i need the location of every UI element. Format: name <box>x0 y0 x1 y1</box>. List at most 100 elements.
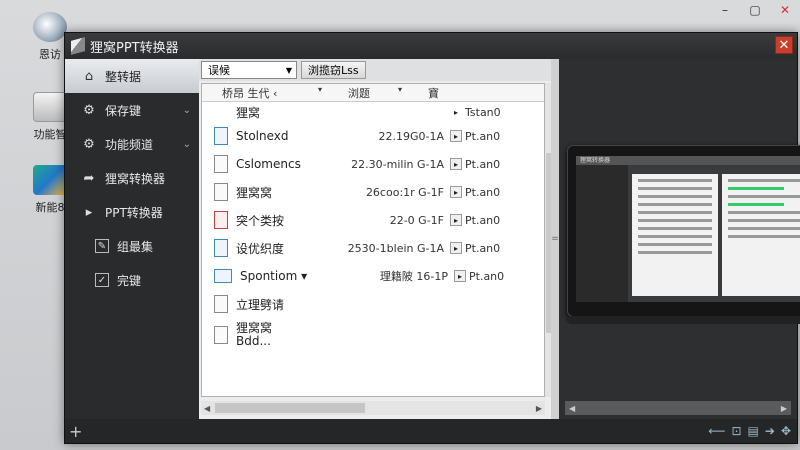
browse-button[interactable]: 浏揽窃Lss <box>301 61 366 79</box>
file-row[interactable]: Spontiom ▾ 理籍陂 16-1P ▸ Pt.an0 <box>202 262 544 290</box>
column-header-status[interactable]: 寶 <box>408 85 478 101</box>
preview-laptop-image: 狸窝转换器 <box>566 145 800 324</box>
sidebar-item-ppt[interactable]: ▸ PPT转换器 <box>65 195 199 229</box>
sidebar: ⌂ 整转据 ⚙ 保存键 ⌄ ⚙ 功能频道 ⌄ ➦ 狸窝转换器 ▸ PPT转换器 … <box>65 59 199 419</box>
checkbox-icon: ✓ <box>95 273 109 287</box>
preview-sidebar <box>576 165 628 302</box>
triangle-down-icon: ▼ <box>285 65 292 75</box>
checkbox[interactable]: ▸ <box>450 214 462 226</box>
file-row[interactable]: 狸窝窝 26coo:1r G-1F ▸ Pt.an0 <box>202 178 544 206</box>
file-size: 22.30-milin G-1A <box>351 157 444 171</box>
file-status: Pt.an0 <box>465 185 501 199</box>
list-icon[interactable]: ▤ <box>748 424 759 438</box>
scrollbar-thumb[interactable] <box>215 403 365 413</box>
document-icon <box>214 239 228 257</box>
file-row[interactable]: 狸窝窝 Bdd... <box>202 318 544 352</box>
file-list: 桥昂 生代 ‹ ▾ 浏题 ▾ 寶 狸窝 ▸ Tstan0 Stolnexd 22.1… <box>201 83 545 397</box>
checkbox[interactable]: ▸ <box>450 106 462 118</box>
desktop-icon-label: 功能智 <box>33 128 67 141</box>
sidebar-item-save[interactable]: ⚙ 保存键 ⌄ <box>65 93 199 127</box>
file-name: 突个类按 <box>236 213 285 228</box>
share-icon: ➦ <box>83 170 95 186</box>
sidebar-item-label: 功能频道 <box>105 137 154 152</box>
file-size: 22-0 G-1F <box>389 213 444 227</box>
file-row[interactable]: Stolnexd 22.19G0-1A ▸ Pt.an0 <box>202 122 544 150</box>
add-button[interactable]: + <box>69 422 82 441</box>
file-name: 立理劈请 <box>236 297 285 312</box>
file-row[interactable]: 狸窝 ▸ Tstan0 <box>202 102 544 122</box>
checkbox[interactable]: ▸ <box>450 158 462 170</box>
sidebar-item-label: 完键 <box>117 273 142 288</box>
file-name: Stolnexd <box>236 129 289 143</box>
maximize-icon[interactable]: ▢ <box>740 0 770 20</box>
preview-screen-title: 狸窝转换器 <box>576 156 800 165</box>
sidebar-item-label: 整转据 <box>105 69 142 84</box>
sort-arrow-icon: ▾ <box>397 84 402 94</box>
horizontal-scrollbar[interactable]: ◀ ▶ <box>201 401 545 415</box>
sidebar-item-home[interactable]: ⌂ 整转据 <box>65 59 199 93</box>
sidebar-item-collection[interactable]: ✎ 组最集 <box>65 229 199 263</box>
desktop-icon-label: 恩访 <box>39 48 61 61</box>
sidebar-item-label: PPT转换器 <box>105 205 163 220</box>
preview-panel: = 狸窝转换器 ◀ ▶ <box>551 59 800 419</box>
checkbox[interactable]: ▸ <box>454 270 466 282</box>
file-status: Pt.an0 <box>465 213 501 227</box>
scroll-left-icon[interactable]: ◀ <box>204 404 210 413</box>
document-icon <box>214 326 228 344</box>
path-select-value: 误候 <box>208 64 230 77</box>
play-icon: ▸ <box>85 204 93 220</box>
close-icon[interactable]: ✕ <box>770 0 800 20</box>
file-status: Pt.an0 <box>465 129 501 143</box>
sort-arrow-icon: ▾ <box>317 84 322 94</box>
window-title: 狸窝PPT转换器 <box>90 40 179 56</box>
sidebar-item-done[interactable]: ✓ 完键 <box>65 263 199 297</box>
scroll-left-icon[interactable]: ◀ <box>569 404 575 413</box>
document-icon <box>214 127 228 145</box>
file-row[interactable]: 设优织度 2530-1blein G-1A ▸ Pt.an0 <box>202 234 544 262</box>
file-name: 设优织度 <box>236 241 285 256</box>
column-header-size[interactable]: 浏题 ▾ <box>328 85 408 101</box>
scroll-right-icon[interactable]: ▶ <box>781 404 787 413</box>
file-row[interactable]: 立理劈请 <box>202 290 544 318</box>
file-size: 理籍陂 16-1P <box>379 270 448 283</box>
sidebar-item-converter[interactable]: ➦ 狸窝转换器 <box>65 161 199 195</box>
sidebar-item-features[interactable]: ⚙ 功能频道 ⌄ <box>65 127 199 161</box>
toolbar: 误候 ▼ 浏揽窃Lss <box>199 59 555 81</box>
document-icon <box>33 92 67 122</box>
file-name: 狸窝窝 Bdd... <box>236 321 273 348</box>
sidebar-item-label: 保存键 <box>105 103 142 118</box>
app-logo-icon <box>71 37 85 55</box>
gear-icon: ⚙ <box>83 136 95 152</box>
column-header-name[interactable]: 桥昂 生代 ‹ ▾ <box>202 85 328 101</box>
desktop-icon-label: 新能8 <box>35 201 65 214</box>
image-icon <box>214 269 232 283</box>
panel-splitter[interactable]: = <box>551 59 559 419</box>
file-status: Pt.an0 <box>469 269 505 283</box>
home-icon: ⌂ <box>84 68 94 84</box>
back-icon[interactable]: ⟵ <box>708 424 725 438</box>
title-bar: 狸窝PPT转换器 ✕ <box>65 33 797 59</box>
gear-icon: ⚙ <box>83 102 95 118</box>
path-select[interactable]: 误候 ▼ <box>201 61 297 79</box>
edit-icon: ✎ <box>95 239 109 253</box>
checkbox[interactable]: ▸ <box>450 242 462 254</box>
app-icon <box>33 165 67 195</box>
forward-icon[interactable]: ➔ <box>765 424 775 438</box>
file-row[interactable]: Cslomencs 22.30-milin G-1A ▸ Pt.an0 <box>202 150 544 178</box>
file-row[interactable]: 突个类按 22-0 G-1F ▸ Pt.an0 <box>202 206 544 234</box>
file-status: Pt.an0 <box>465 157 501 171</box>
preview-screen: 狸窝转换器 <box>576 156 800 302</box>
preview-scrollbar[interactable]: ◀ ▶ <box>565 401 791 415</box>
chevron-down-icon: ⌄ <box>182 104 191 116</box>
document-icon <box>214 183 228 201</box>
minimize-icon[interactable]: – <box>710 0 740 20</box>
scroll-right-icon[interactable]: ▶ <box>536 404 542 413</box>
preview-pane <box>632 174 718 296</box>
file-name: 狸窝 <box>236 105 261 120</box>
move-icon[interactable]: ✥ <box>781 424 791 438</box>
checkbox[interactable]: ▸ <box>450 186 462 198</box>
close-button[interactable]: ✕ <box>775 36 793 54</box>
frame-icon[interactable]: ⊡ <box>731 424 741 438</box>
file-size: 2530-1blein G-1A <box>347 241 444 255</box>
checkbox[interactable]: ▸ <box>450 130 462 142</box>
